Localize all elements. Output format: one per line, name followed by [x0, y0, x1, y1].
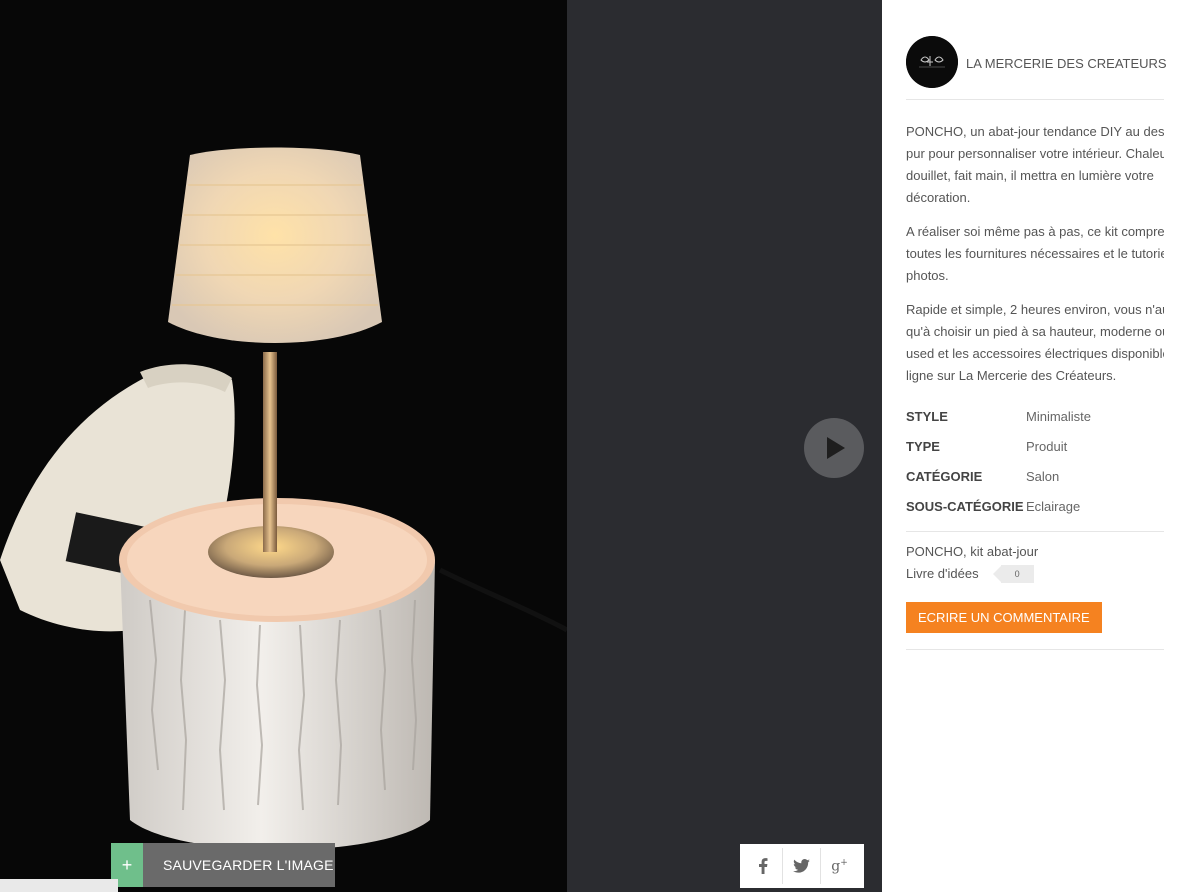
description-paragraph-3: Rapide et simple, 2 heures environ, vous… — [906, 299, 1164, 387]
next-image-button[interactable] — [804, 418, 864, 478]
description-paragraph-2: A réaliser soi même pas à pas, ce kit co… — [906, 221, 1164, 287]
description-line: A réaliser soi même pas à pas, ce kit co… — [906, 224, 1164, 239]
idea-book-count: 0 — [992, 565, 1034, 583]
author-header: LA MERCERIE DES CREATEURS — [906, 36, 1167, 100]
spec-value[interactable]: Salon — [1026, 469, 1059, 484]
spec-row-category: CATÉGORIE Salon — [906, 461, 1164, 491]
logo-icon[interactable] — [906, 36, 958, 88]
spec-value[interactable]: Minimaliste — [1026, 409, 1091, 424]
description-line: photos. — [906, 268, 949, 283]
tags-section: PONCHO, kit abat-jour Livre d'idées 0 — [906, 541, 1038, 585]
spec-row-type: TYPE Produit — [906, 431, 1164, 461]
author-name[interactable]: LA MERCERIE DES CREATEURS — [966, 56, 1167, 71]
description-line: used et les accessoires électriques disp… — [906, 346, 1164, 361]
spec-key: SOUS-CATÉGORIE — [906, 498, 1024, 514]
save-image-button[interactable]: + SAUVEGARDER L'IMAGE — [111, 843, 335, 887]
description-line: qu'à choisir un pied à sa hauteur, moder… — [906, 324, 1164, 339]
description-line: douillet, fait main, il mettra en lumièr… — [906, 168, 1154, 183]
spec-value[interactable]: Produit — [1026, 439, 1067, 454]
description-line: PONCHO, un abat-jour tendance DIY au des… — [906, 124, 1164, 139]
tags-text[interactable]: PONCHO, kit abat-jour — [906, 541, 1038, 563]
save-image-label: SAUVEGARDER L'IMAGE — [143, 843, 335, 887]
description-line: pur pour personnaliser votre intérieur. … — [906, 146, 1164, 161]
description-paragraph-1: PONCHO, un abat-jour tendance DIY au des… — [906, 121, 1164, 209]
facebook-icon[interactable] — [744, 848, 782, 884]
twitter-icon[interactable] — [782, 848, 820, 884]
detail-panel: LA MERCERIE DES CREATEURS PONCHO, un aba… — [882, 0, 1189, 892]
description-line: Rapide et simple, 2 heures environ, vous… — [906, 302, 1164, 317]
spec-value[interactable]: Eclairage — [1026, 499, 1080, 514]
share-bar: g+ — [740, 844, 864, 888]
product-photo — [0, 0, 567, 892]
spec-key: CATÉGORIE — [906, 468, 983, 484]
play-arrow-icon — [827, 437, 845, 459]
divider — [906, 649, 1164, 650]
write-comment-button[interactable]: ECRIRE UN COMMENTAIRE — [906, 602, 1102, 633]
spec-key: STYLE — [906, 408, 948, 424]
image-viewer: + SAUVEGARDER L'IMAGE g+ — [0, 0, 882, 892]
description-line: décoration. — [906, 190, 971, 205]
spec-key: TYPE — [906, 438, 940, 454]
description-line: ligne sur La Mercerie des Créateurs. — [906, 368, 1117, 383]
description: PONCHO, un abat-jour tendance DIY au des… — [906, 121, 1186, 399]
idea-book-row: Livre d'idées 0 — [906, 563, 1038, 585]
bottom-strip — [0, 879, 118, 892]
spec-row-style: STYLE Minimaliste — [906, 401, 1164, 431]
spec-row-subcategory: SOUS-CATÉGORIE Eclairage — [906, 491, 1164, 521]
google-plus-icon[interactable]: g+ — [820, 848, 858, 884]
specs-table: STYLE Minimaliste TYPE Produit CATÉGORIE… — [906, 401, 1164, 521]
idea-book-label[interactable]: Livre d'idées — [906, 563, 979, 585]
description-line: toutes les fournitures nécessaires et le… — [906, 246, 1164, 261]
divider — [906, 531, 1164, 532]
